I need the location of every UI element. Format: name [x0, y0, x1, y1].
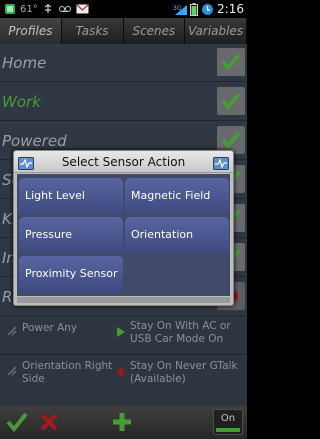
signal-3g-icon: 3G	[173, 3, 188, 15]
gmail-icon	[76, 4, 89, 14]
status-bar: 61° 3G 2:16	[0, 0, 247, 18]
option-proximity-sensor[interactable]: Proximity Sensor	[19, 256, 123, 292]
status-right: 3G 2:16	[173, 2, 244, 16]
battery-icon	[190, 2, 199, 16]
notification-icon	[4, 3, 16, 15]
option-light-level[interactable]: Light Level	[19, 178, 123, 214]
option-magnetic-field[interactable]: Magnetic Field	[125, 178, 229, 214]
sensor-icon[interactable]	[213, 155, 229, 170]
clock-time: 2:16	[217, 2, 244, 16]
voicemail-icon	[58, 3, 72, 15]
option-pressure[interactable]: Pressure	[19, 217, 123, 253]
option-orientation[interactable]: Orientation	[125, 217, 229, 253]
usb-icon	[42, 3, 54, 15]
select-sensor-action-dialog: Select Sensor Action Light Level Magneti…	[13, 150, 234, 306]
dialog-footer	[17, 297, 230, 303]
dialog-header: Select Sensor Action	[14, 151, 233, 173]
temperature-label: 61°	[20, 3, 38, 15]
status-left: 61°	[4, 2, 89, 16]
dialog-options-grid: Light Level Magnetic Field Pressure Orie…	[17, 174, 230, 296]
alarm-clock-icon	[201, 3, 214, 16]
dialog-title: Select Sensor Action	[61, 155, 186, 169]
